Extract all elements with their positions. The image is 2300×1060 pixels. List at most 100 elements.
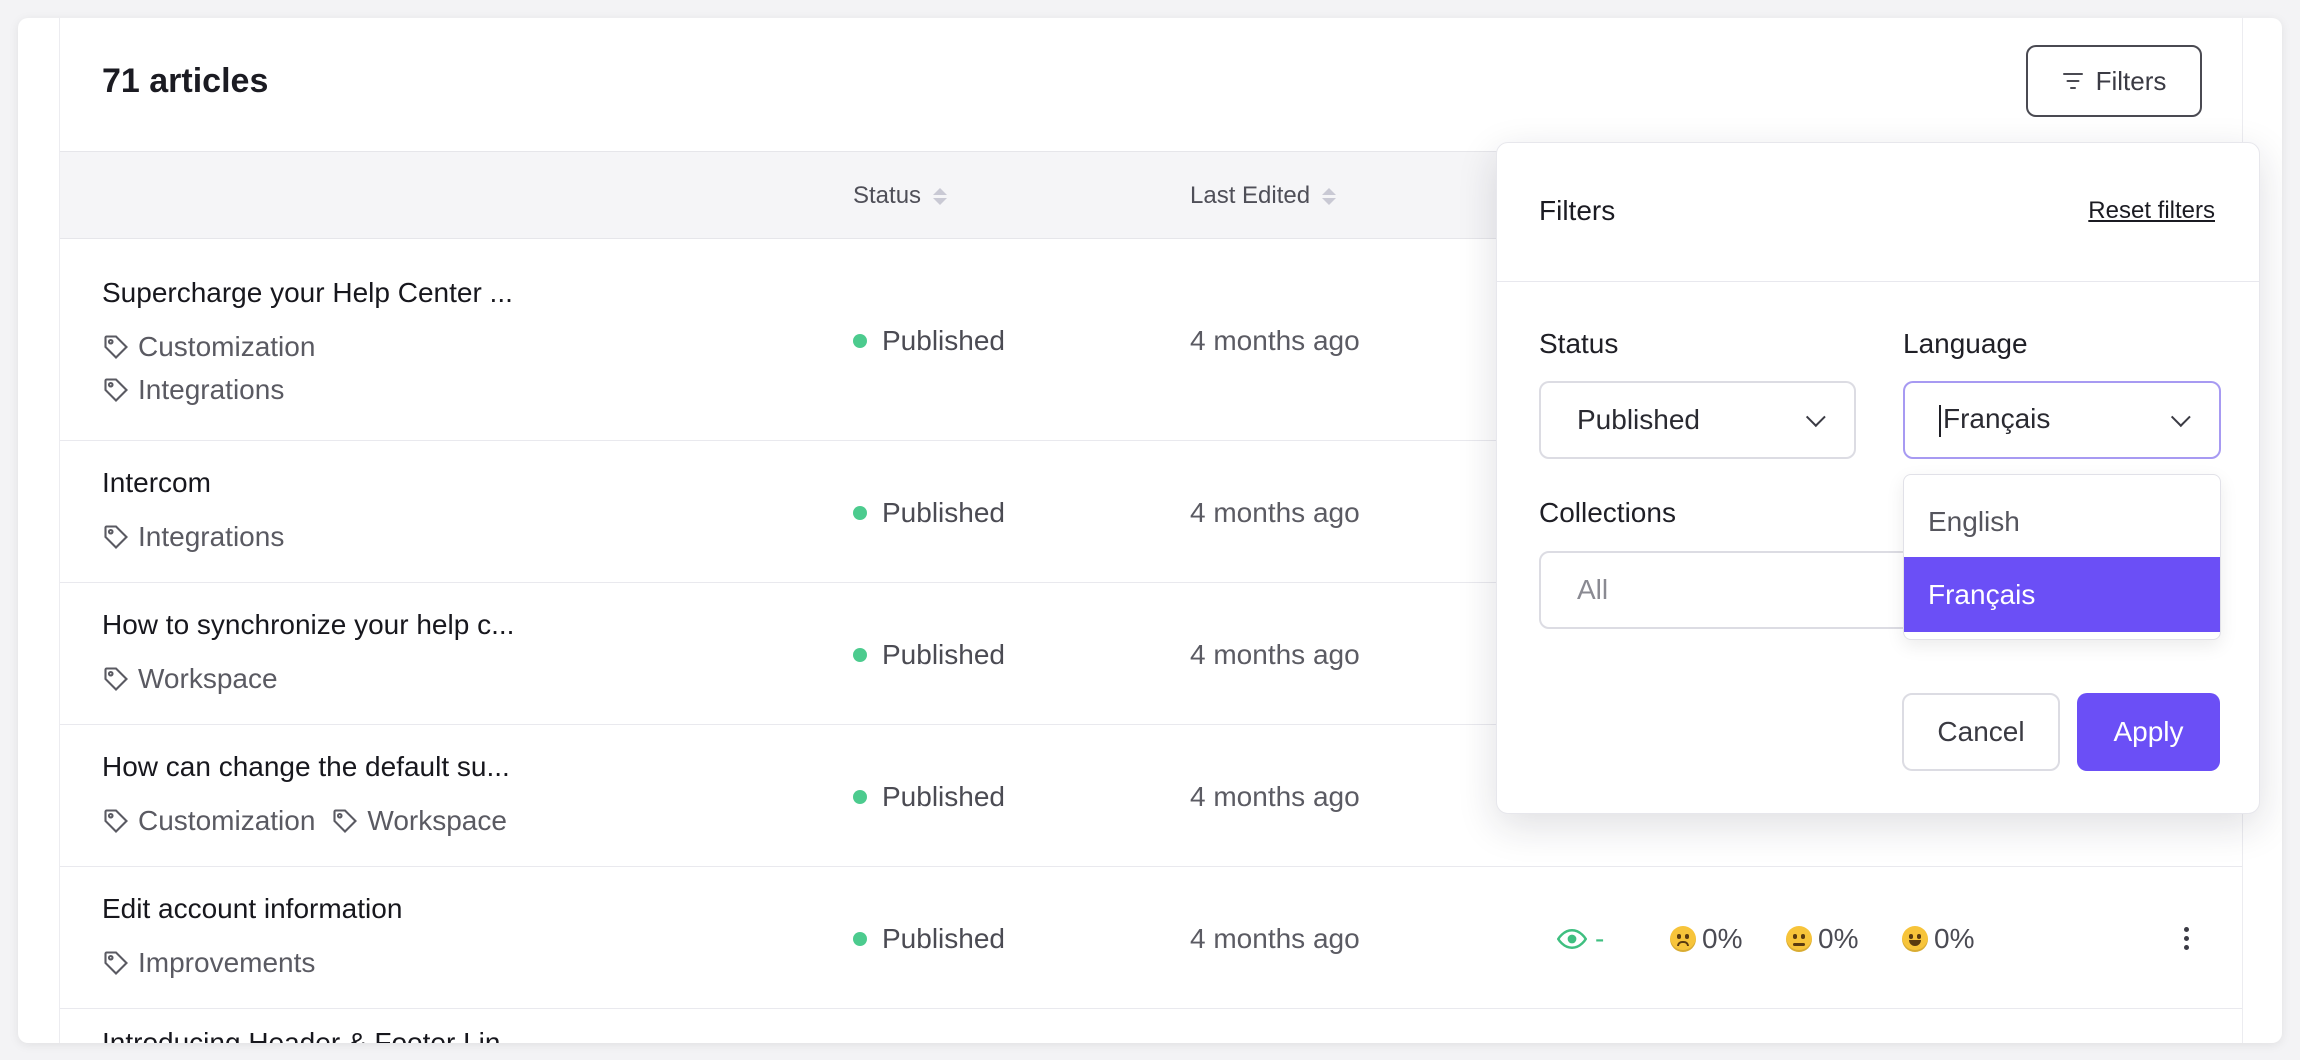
status-badge: Published — [853, 497, 1005, 529]
status-label: Published — [882, 639, 1005, 670]
status-badge: Published — [853, 325, 1005, 357]
tag: Workspace — [331, 805, 507, 837]
collections-placeholder: All — [1577, 574, 1609, 605]
reaction-value: 0% — [1934, 923, 1975, 954]
divider — [1497, 281, 2259, 282]
tag-label: Integrations — [138, 521, 285, 552]
last-edited: 4 months ago — [1190, 497, 1360, 528]
filters-popover: Filters Reset filters Status Published L… — [1496, 142, 2260, 814]
article-title[interactable]: How to synchronize your help c... — [102, 609, 514, 641]
status-label: Published — [882, 497, 1005, 528]
tag-icon — [333, 809, 358, 833]
views-value: - — [1595, 923, 1605, 954]
status-select-value: Published — [1577, 404, 1700, 435]
status-dot — [853, 790, 867, 804]
column-header-label: Last Edited — [1190, 182, 1311, 209]
collections-select[interactable]: All — [1539, 551, 1919, 629]
tag-label: Workspace — [367, 805, 507, 836]
article-count: 71 articles — [102, 62, 269, 100]
table-row[interactable]: Introducing Header & Footer Lin... — [60, 1009, 2242, 1043]
status-label: Published — [882, 923, 1005, 954]
language-select[interactable]: Français — [1903, 381, 2221, 459]
tag-label: Integrations — [138, 374, 285, 405]
tag-icon — [104, 951, 128, 975]
tag-icon — [104, 667, 128, 691]
status-badge: Published — [853, 781, 1005, 813]
tag-icon — [104, 525, 128, 549]
apply-button[interactable]: Apply — [2077, 693, 2220, 771]
column-header-label: Status — [853, 182, 922, 209]
chevron-down-icon — [1805, 407, 1826, 428]
status-badge: Published — [853, 923, 1005, 955]
status-dot — [853, 506, 867, 520]
tag-label: Customization — [138, 331, 316, 362]
neutral-face-icon — [1786, 926, 1812, 952]
tag-label: Workspace — [138, 663, 278, 694]
last-edited: 4 months ago — [1190, 923, 1360, 954]
reaction-happy: 0% — [1902, 923, 1974, 955]
tag-list: Customization — [102, 331, 315, 363]
language-dropdown: English Français — [1903, 474, 2221, 640]
tag-list: Customization Workspace — [102, 805, 507, 837]
tag-icon — [104, 335, 128, 359]
tag-label: Customization — [138, 805, 316, 836]
tag: Improvements — [102, 947, 315, 979]
language-select-value: Français — [1943, 403, 2051, 435]
views-count: - — [1557, 923, 1604, 955]
status-dot — [853, 932, 867, 946]
reaction-sad: 0% — [1670, 923, 1742, 955]
article-title[interactable]: How can change the default su... — [102, 751, 510, 783]
column-header-status[interactable]: Status — [853, 152, 948, 240]
status-field-label: Status — [1539, 328, 1619, 359]
app-frame: 71 articles Filters Status Last Edited S… — [18, 18, 2282, 1043]
status-dot — [853, 648, 867, 662]
status-label: Published — [882, 781, 1005, 812]
filter-icon — [2062, 73, 2084, 89]
articles-card: 71 articles Filters Status Last Edited S… — [59, 18, 2260, 1043]
status-label: Published — [882, 325, 1005, 356]
status-dot — [853, 334, 867, 348]
tag: Integrations — [102, 521, 284, 553]
article-title[interactable]: Supercharge your Help Center ... — [102, 277, 513, 309]
language-field-label: Language — [1903, 328, 2028, 359]
language-option-english[interactable]: English — [1904, 484, 2220, 559]
last-edited: 4 months ago — [1190, 781, 1360, 812]
table-row[interactable]: Edit account information Improvements Pu… — [60, 867, 2242, 1009]
reaction-value: 0% — [1702, 923, 1743, 954]
popover-title: Filters — [1539, 195, 1616, 226]
last-edited: 4 months ago — [1190, 325, 1360, 356]
eye-icon — [1557, 928, 1587, 950]
sort-icon — [933, 187, 948, 205]
language-option-francais[interactable]: Français — [1904, 557, 2220, 632]
sad-face-icon — [1670, 926, 1696, 952]
article-title[interactable]: Edit account information — [102, 893, 402, 925]
article-title[interactable]: Introducing Header & Footer Lin... — [102, 1027, 524, 1043]
more-options-icon[interactable] — [2184, 927, 2189, 950]
tag: Workspace — [102, 663, 278, 695]
column-header-last-edited[interactable]: Last Edited — [1190, 152, 1337, 240]
tag-list: Integrations — [102, 374, 284, 406]
tag-label: Improvements — [138, 947, 316, 978]
reset-filters-link[interactable]: Reset filters — [2088, 197, 2215, 225]
filters-button-label: Filters — [2095, 65, 2167, 96]
tag-list: Improvements — [102, 947, 315, 979]
tag-list: Workspace — [102, 663, 278, 695]
tag: Customization — [102, 331, 315, 363]
happy-face-icon — [1902, 926, 1928, 952]
chevron-down-icon — [2170, 407, 2191, 428]
card-header: 71 articles Filters — [60, 18, 2242, 151]
status-badge: Published — [853, 639, 1005, 671]
collections-field-label: Collections — [1539, 497, 1676, 528]
sort-icon — [1322, 187, 1337, 205]
tag-icon — [104, 378, 128, 402]
tag: Integrations — [102, 374, 284, 406]
text-caret — [1939, 404, 1941, 437]
article-title[interactable]: Intercom — [102, 467, 211, 499]
reaction-value: 0% — [1818, 923, 1859, 954]
reaction-neutral: 0% — [1786, 923, 1858, 955]
tag-list: Integrations — [102, 521, 284, 553]
cancel-button[interactable]: Cancel — [1902, 693, 2060, 771]
filters-button[interactable]: Filters — [2026, 45, 2202, 117]
status-select[interactable]: Published — [1539, 381, 1856, 459]
last-edited: 4 months ago — [1190, 639, 1360, 670]
